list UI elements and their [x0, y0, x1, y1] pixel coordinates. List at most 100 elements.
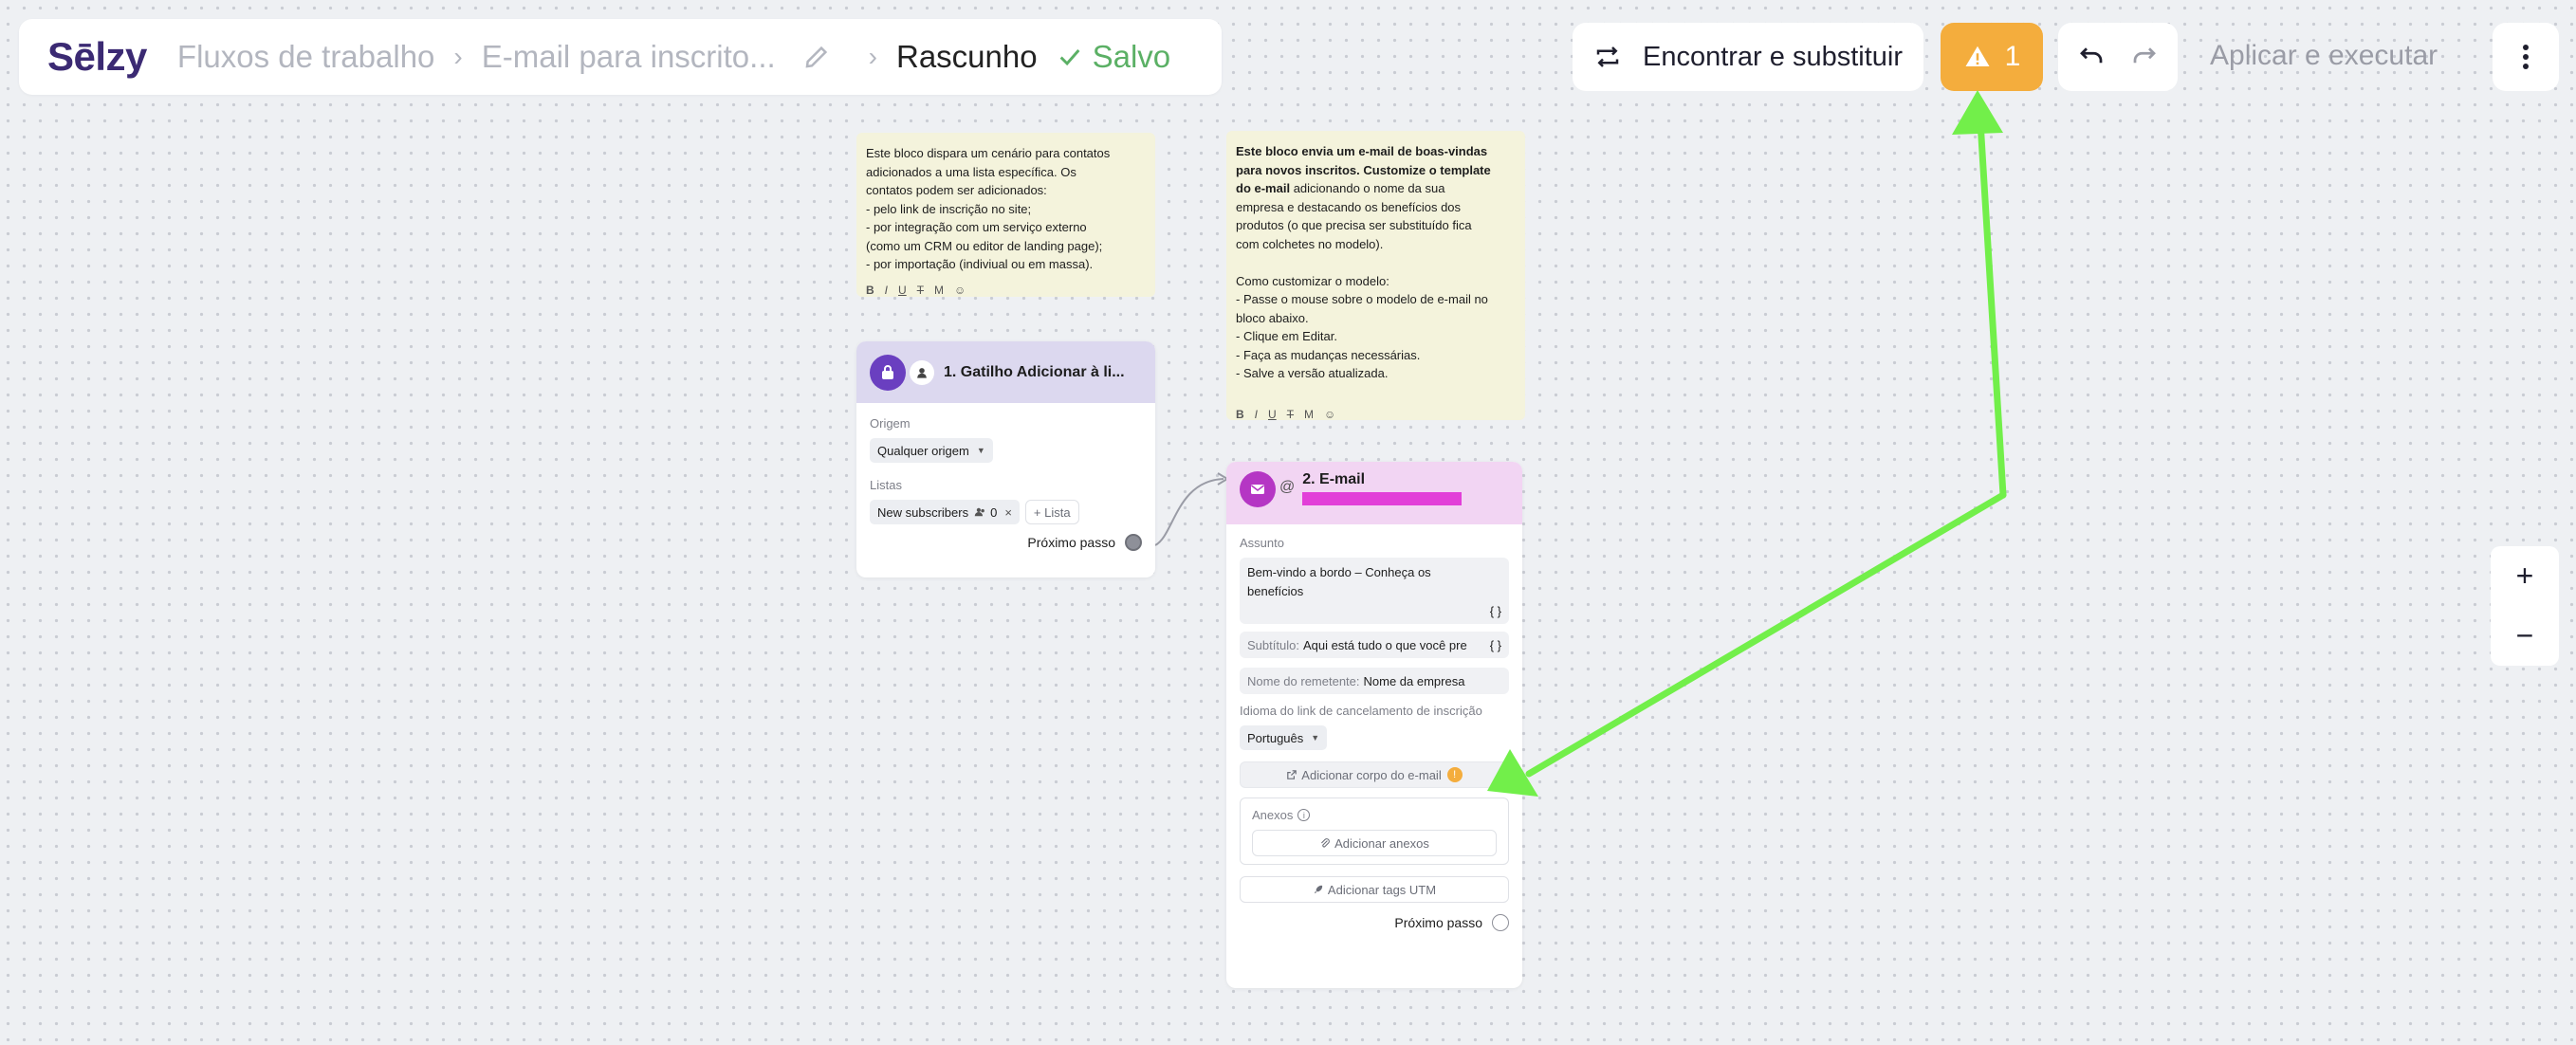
subject-field[interactable]: Bem-vindo a bordo – Conheça os benefício… — [1240, 558, 1509, 624]
italic-button[interactable]: I — [1255, 406, 1258, 425]
note-text-line: - Salve a versão atualizada. — [1236, 366, 1389, 380]
zoom-in-button[interactable]: + — [2491, 546, 2559, 606]
bold-button[interactable]: B — [866, 282, 874, 301]
attachments-label: Anexos — [1252, 808, 1294, 822]
external-link-icon — [1287, 770, 1297, 779]
note-format-toolbar: B I U T M ☺ — [1236, 406, 1518, 425]
find-replace-button[interactable]: Encontrar e substituir — [1573, 23, 1923, 91]
breadcrumb-workflows[interactable]: Fluxos de trabalho — [177, 39, 435, 75]
strikethrough-button[interactable]: T — [1287, 406, 1294, 425]
saved-indicator: Salvo — [1057, 39, 1171, 75]
remove-list-icon[interactable]: × — [1004, 505, 1012, 520]
next-step-port[interactable] — [1492, 914, 1509, 931]
note-text-line: (como um CRM ou editor de landing page); — [866, 238, 1103, 253]
list-chip-label: New subscribers — [877, 504, 969, 520]
saved-label: Salvo — [1092, 39, 1171, 74]
redo-icon[interactable] — [2130, 43, 2159, 71]
warnings-button[interactable]: 1 — [1941, 23, 2043, 91]
monospace-button[interactable]: M — [934, 282, 944, 301]
email-block[interactable]: @ 2. E-mail Assunto Bem-vindo a bordo – … — [1226, 462, 1522, 988]
email-block-title: 2. E-mail — [1302, 471, 1366, 487]
next-step-label: Próximo passo — [1027, 535, 1115, 550]
note-text-line: Este bloco envia um e-mail de boas-vinda… — [1236, 144, 1488, 158]
subtitle-field[interactable]: Subtítulo: Aqui está tudo o que você pre… — [1240, 632, 1509, 658]
next-step-row: Próximo passo — [1240, 914, 1509, 931]
note-text-line: - pelo link de inscrição no site; — [866, 201, 1032, 216]
more-options-button[interactable] — [2493, 23, 2559, 91]
email-block-header: @ 2. E-mail — [1226, 462, 1522, 524]
note-text-line: com colchetes no modelo). — [1236, 236, 1384, 251]
user-icon — [910, 359, 934, 385]
trigger-block-header: 1. Gatilho Adicionar à li... — [856, 341, 1155, 403]
subtitle-value: Aqui está tudo o que você pre — [1302, 637, 1467, 652]
strikethrough-button[interactable]: T — [917, 282, 924, 301]
add-utm-tags-button[interactable]: Adicionar tags UTM — [1240, 876, 1509, 903]
caret-down-icon: ▼ — [976, 446, 985, 455]
note-email-info[interactable]: Este bloco envia um e-mail de boas-vinda… — [1226, 131, 1525, 421]
subject-text-line: Bem-vindo a bordo – Conheça os — [1247, 565, 1431, 579]
note-text-line: contatos podem ser adicionados: — [866, 183, 1047, 197]
add-email-body-label: Adicionar corpo do e-mail — [1301, 767, 1442, 782]
note-text-line: do e-mail adicionando o nome da sua — [1236, 179, 1518, 198]
language-select[interactable]: Português ▼ — [1240, 725, 1328, 750]
emoji-icon[interactable]: ☺ — [954, 282, 966, 301]
note-text-line: - por integração com um serviço externo — [866, 220, 1087, 234]
monospace-button[interactable]: M — [1304, 406, 1314, 425]
attachments-section: Anexos i Adicionar anexos — [1240, 798, 1509, 865]
note-text-line: bloco abaixo. — [1236, 310, 1309, 325]
note-trigger-info[interactable]: Este bloco dispara um cenário para conta… — [856, 133, 1155, 297]
emoji-icon[interactable]: ☺ — [1324, 406, 1335, 425]
underline-button[interactable]: U — [1268, 406, 1277, 425]
note-format-toolbar: B I U T M ☺ — [866, 282, 1148, 301]
trigger-block-title: 1. Gatilho Adicionar à li... — [944, 363, 1125, 380]
chevron-right-icon: › — [868, 42, 877, 71]
trigger-block[interactable]: 1. Gatilho Adicionar à li... Origem Qual… — [856, 341, 1155, 578]
note-text-line: Este bloco dispara um cenário para conta… — [866, 146, 1111, 160]
add-attachments-button[interactable]: Adicionar anexos — [1252, 830, 1497, 856]
email-block-icon — [1240, 471, 1276, 507]
next-step-port[interactable] — [1125, 534, 1142, 551]
variable-icon[interactable]: { } — [1487, 637, 1501, 652]
italic-button[interactable]: I — [885, 282, 888, 301]
list-chip[interactable]: New subscribers 0 × — [870, 500, 1020, 524]
lock-icon — [882, 364, 893, 379]
pencil-icon[interactable] — [802, 43, 831, 71]
note-text-line: adicionados a uma lista específica. Os — [866, 164, 1076, 179]
annotation-arrow-line — [1977, 118, 2007, 499]
info-icon[interactable]: i — [1297, 809, 1311, 821]
swap-icon — [1596, 46, 1619, 67]
sender-name-value: Nome da empresa — [1363, 673, 1465, 688]
warning-count: 1 — [2004, 41, 2021, 72]
chevron-right-icon: › — [453, 42, 463, 71]
note-text-line: - por importação (indiviual ou em massa)… — [866, 257, 1094, 271]
note-text-line: - Clique em Editar. — [1236, 329, 1337, 343]
trigger-block-icon — [870, 354, 906, 391]
undo-redo-group — [2058, 23, 2178, 91]
annotation-arrowhead — [1952, 90, 2003, 135]
find-replace-label: Encontrar e substituir — [1642, 41, 1903, 72]
undo-icon[interactable] — [2077, 43, 2106, 71]
caret-down-icon: ▼ — [1311, 733, 1320, 742]
breadcrumb-bar: Sēlzy Fluxos de trabalho › E-mail para i… — [19, 19, 1222, 95]
variable-icon[interactable]: { } — [1490, 604, 1501, 618]
annotation-arrow-line — [1525, 491, 2007, 778]
envelope-icon — [1251, 485, 1264, 494]
logo: Sēlzy — [47, 34, 147, 79]
add-attachments-label: Adicionar anexos — [1334, 835, 1429, 851]
more-vertical-icon — [2523, 45, 2529, 69]
add-email-body-button[interactable]: Adicionar corpo do e-mail ! — [1240, 761, 1509, 788]
paperclip-icon — [1321, 838, 1330, 848]
breadcrumb-workflow-name[interactable]: E-mail para inscrito... — [482, 39, 776, 75]
zoom-out-button[interactable]: − — [2491, 606, 2559, 666]
subtitle-label: Subtítulo: — [1247, 637, 1299, 652]
note-text-line: - Faça as mudanças necessárias. — [1236, 347, 1421, 362]
apply-run-button[interactable]: Aplicar e executar — [2210, 40, 2438, 72]
origin-select[interactable]: Qualquer origem ▼ — [870, 438, 993, 463]
rocket-icon — [1314, 885, 1323, 894]
zoom-controls: + − — [2491, 546, 2559, 666]
sender-name-field[interactable]: Nome do remetente: Nome da empresa — [1240, 668, 1509, 694]
add-list-button[interactable]: + Lista — [1024, 500, 1079, 524]
underline-button[interactable]: U — [898, 282, 907, 301]
bold-button[interactable]: B — [1236, 406, 1244, 425]
note-bold-text: do e-mail — [1236, 181, 1291, 195]
